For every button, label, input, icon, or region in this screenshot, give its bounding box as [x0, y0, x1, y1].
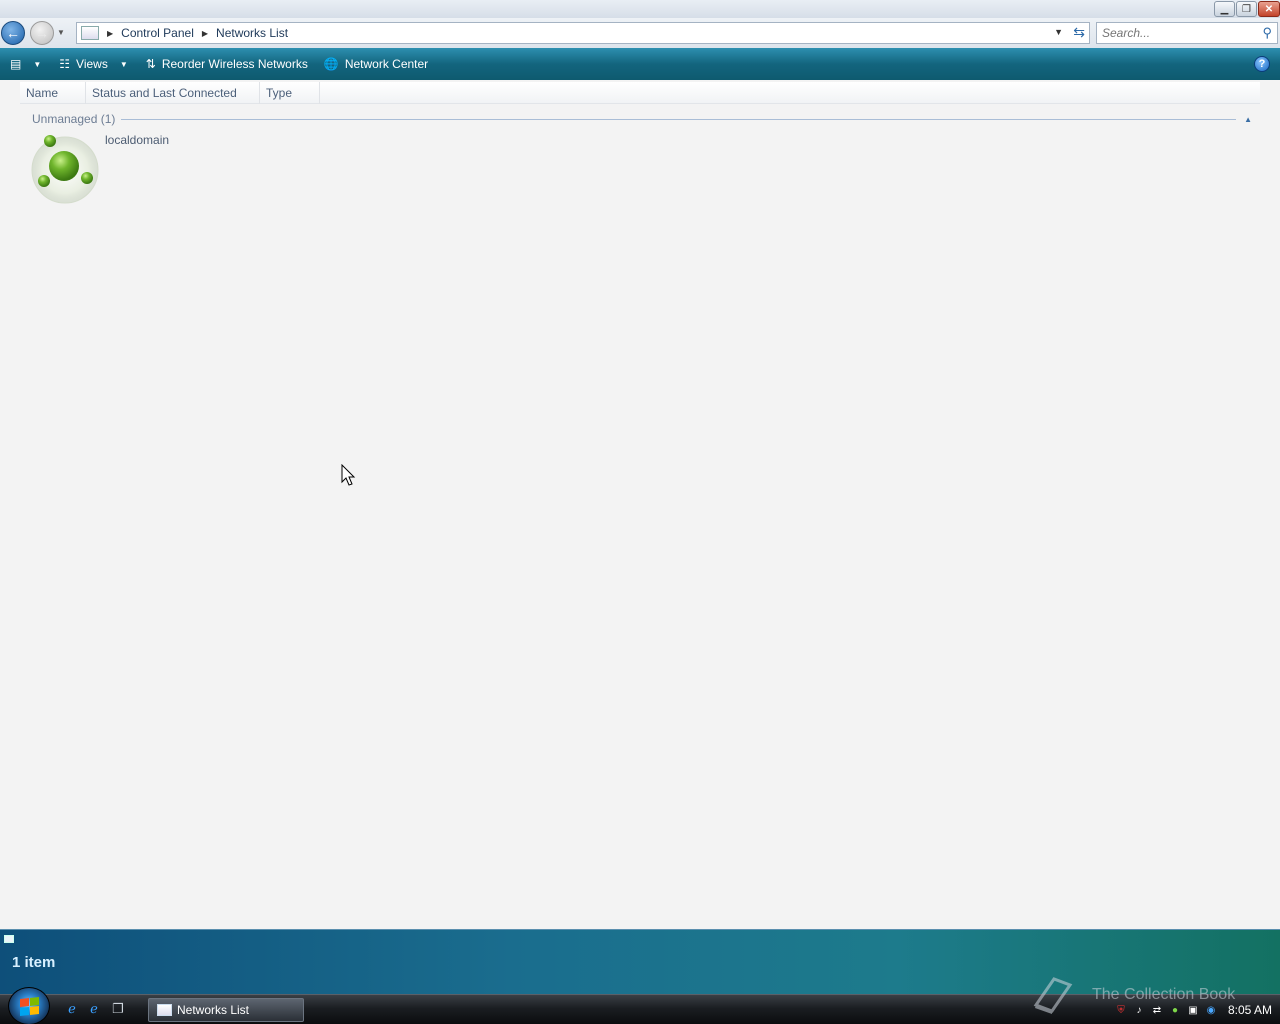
taskbar: ℯ ℯ ❐ Networks List The Collection Book … — [0, 977, 1280, 1024]
forward-button[interactable]: → — [30, 21, 54, 45]
breadcrumb-separator-icon[interactable]: ▶ — [107, 29, 113, 38]
collapse-pane-icon[interactable] — [4, 935, 14, 943]
caption-buttons: ▁ ❐ ✕ — [1214, 1, 1280, 17]
back-button[interactable]: ← — [1, 21, 25, 45]
minimize-button[interactable]: ▁ — [1214, 1, 1235, 17]
title-bar: ▁ ❐ ✕ — [0, 0, 1280, 18]
system-tray: ⛨ ♪ ⇄ ● ▣ ◉ 8:05 AM — [1104, 998, 1280, 1022]
chevron-down-icon: ▼ — [33, 59, 42, 69]
refresh-icon[interactable]: ⇆ — [1073, 24, 1085, 41]
network-center-button[interactable]: 🌐 Network Center — [318, 52, 434, 76]
forward-arrow-icon: → — [35, 25, 49, 41]
clock[interactable]: 8:05 AM — [1228, 1003, 1272, 1017]
display-icon[interactable]: ▣ — [1186, 1003, 1200, 1017]
taskbar-button-networks-list[interactable]: Networks List — [148, 998, 304, 1022]
switch-windows-icon[interactable]: ❐ — [110, 1001, 126, 1017]
internet-explorer-icon[interactable]: ℯ — [86, 1001, 102, 1017]
views-button[interactable]: ☷ Views ▼ — [53, 52, 133, 76]
search-icon[interactable]: ⚲ — [1262, 25, 1272, 41]
help-button[interactable]: ? — [1254, 56, 1270, 72]
views-icon: ☷ — [59, 57, 71, 71]
security-alert-icon[interactable]: ⛨ — [1114, 1003, 1128, 1017]
green-tray-icon[interactable]: ● — [1168, 1003, 1182, 1017]
column-headers: Name Status and Last Connected Type — [20, 82, 1260, 104]
breadcrumb-control-panel[interactable]: Control Panel — [121, 26, 194, 40]
item-count: 1 item — [12, 954, 56, 971]
close-button[interactable]: ✕ — [1258, 1, 1280, 17]
list-item[interactable]: localdomain — [28, 130, 228, 206]
search-box[interactable]: ⚲ — [1096, 22, 1278, 44]
search-input[interactable] — [1102, 26, 1252, 40]
network-center-label: Network Center — [344, 57, 429, 71]
views-label: Views — [76, 57, 108, 71]
reorder-label: Reorder Wireless Networks — [161, 57, 308, 71]
address-bar[interactable]: ▶ Control Panel ▶ Networks List ▼ ⇆ — [76, 22, 1090, 44]
breadcrumb-separator-icon[interactable]: ▶ — [202, 29, 208, 38]
internet-explorer-icon[interactable]: ℯ — [64, 1001, 80, 1017]
start-button[interactable] — [8, 987, 50, 1024]
mouse-cursor-icon — [341, 464, 356, 486]
organize-button[interactable]: ▤ ▼ — [0, 52, 47, 76]
reorder-wireless-networks-button[interactable]: ⇅ Reorder Wireless Networks — [140, 52, 314, 76]
network-status-icon[interactable]: ⇄ — [1150, 1003, 1164, 1017]
control-panel-icon — [157, 1004, 172, 1016]
command-bar: ▤ ▼ ☷ Views ▼ ⇅ Reorder Wireless Network… — [0, 48, 1280, 80]
layout-icon: ▤ — [10, 57, 22, 71]
network-center-icon: 🌐 — [323, 57, 339, 71]
address-row: ← → ▼ ▶ Control Panel ▶ Networks List ▼ … — [0, 18, 1280, 48]
group-label: Unmanaged (1) — [32, 112, 116, 126]
network-globe-icon[interactable]: ◉ — [1204, 1003, 1218, 1017]
column-header-type[interactable]: Type — [260, 82, 320, 104]
group-header[interactable]: Unmanaged (1) ▲ — [32, 111, 1252, 127]
reorder-arrows-icon: ⇅ — [145, 57, 156, 71]
network-name[interactable]: localdomain — [105, 133, 169, 147]
maximize-button[interactable]: ❐ — [1236, 1, 1257, 17]
windows-logo-icon — [19, 996, 39, 1016]
group-divider — [121, 118, 1237, 120]
breadcrumb-networks-list[interactable]: Networks List — [216, 26, 288, 40]
address-dropdown-icon[interactable]: ▼ — [1054, 27, 1063, 37]
chevron-down-icon: ▼ — [119, 59, 128, 69]
volume-icon[interactable]: ♪ — [1132, 1003, 1146, 1017]
back-arrow-icon: ← — [6, 25, 20, 41]
collapse-group-icon[interactable]: ▲ — [1244, 115, 1252, 124]
column-header-name[interactable]: Name — [20, 82, 86, 104]
recent-pages-dropdown[interactable]: ▼ — [57, 28, 65, 37]
column-header-status[interactable]: Status and Last Connected — [86, 82, 260, 104]
details-pane: 1 item — [0, 929, 1280, 994]
control-panel-icon — [81, 26, 99, 40]
taskbar-button-label: Networks List — [177, 1003, 250, 1017]
network-globe-icon — [31, 135, 99, 204]
